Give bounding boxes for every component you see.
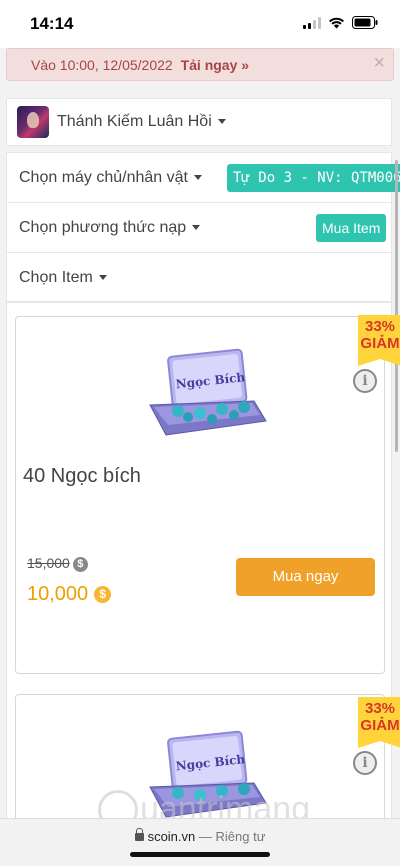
browser-url-bar[interactable]: scoin.vn — Riêng tư: [0, 818, 400, 866]
coin-icon: $: [94, 586, 112, 604]
game-selector[interactable]: Thánh Kiếm Luân Hồi: [6, 98, 392, 146]
caret-down-icon: [194, 175, 202, 181]
wifi-icon: [329, 17, 344, 29]
discount-text: GIẢM: [360, 717, 400, 734]
discount-badge: 33% GIẢM: [358, 315, 400, 366]
banner-text: Vào 10:00, 12/05/2022: [31, 57, 173, 73]
coin-icon: $: [72, 556, 88, 572]
item-card: Ngọc Bích 33% GIẢM i 40 Ngọc bích 15,000…: [15, 315, 400, 674]
game-avatar: [17, 106, 49, 138]
jade-chest-image: Ngọc Bích: [149, 348, 267, 436]
home-indicator[interactable]: [130, 852, 270, 857]
privacy-label: Riêng tư: [215, 829, 266, 844]
url-domain: scoin.vn: [147, 829, 196, 844]
status-icons: [303, 16, 378, 29]
signal-icon: [303, 16, 321, 29]
item-label: Chọn Item: [19, 269, 93, 286]
discount-percent: 33%: [364, 700, 396, 717]
url-separator: —: [198, 829, 212, 844]
discount-text: GIẢM: [360, 335, 400, 352]
server-label: Chọn máy chủ/nhân vật: [19, 169, 188, 186]
discount-percent: 33%: [364, 318, 396, 335]
promo-banner: Vào 10:00, 12/05/2022 Tải ngay » ×: [6, 48, 394, 81]
buy-now-button[interactable]: Mua ngay: [236, 558, 375, 596]
item-row[interactable]: Chọn Item: [7, 253, 391, 303]
server-value-badge[interactable]: Tự Do 3 - NV: QTM006: [227, 164, 400, 192]
game-name: Thánh Kiếm Luân Hồi: [57, 113, 212, 130]
status-bar: 14:14: [0, 0, 400, 48]
server-row[interactable]: Chọn máy chủ/nhân vật Tự Do 3 - NV: QTM0…: [7, 153, 400, 203]
item-title: 40 Ngọc bích: [23, 465, 141, 487]
info-icon[interactable]: i: [353, 751, 377, 775]
method-row[interactable]: Chọn phương thức nạp Mua Item: [7, 203, 391, 253]
caret-down-icon: [192, 225, 201, 231]
new-price: 10,000: [27, 583, 89, 605]
method-label: Chọn phương thức nạp: [19, 219, 187, 236]
download-now-link[interactable]: Tải ngay »: [181, 57, 249, 73]
caret-down-icon: [98, 275, 107, 281]
method-value-badge[interactable]: Mua Item: [316, 214, 387, 242]
lock-icon: [134, 828, 144, 841]
scrollbar[interactable]: [395, 160, 398, 452]
old-price: 15,000: [27, 555, 70, 571]
topup-panel: Chọn máy chủ/nhân vật Tự Do 3 - NV: QTM0…: [6, 152, 400, 303]
status-time: 14:14: [30, 14, 74, 33]
close-icon[interactable]: ×: [373, 52, 385, 75]
info-icon[interactable]: i: [353, 369, 377, 393]
battery-icon: [352, 16, 378, 29]
caret-down-icon: [217, 119, 226, 125]
discount-badge: 33% GIẢM: [358, 697, 400, 748]
